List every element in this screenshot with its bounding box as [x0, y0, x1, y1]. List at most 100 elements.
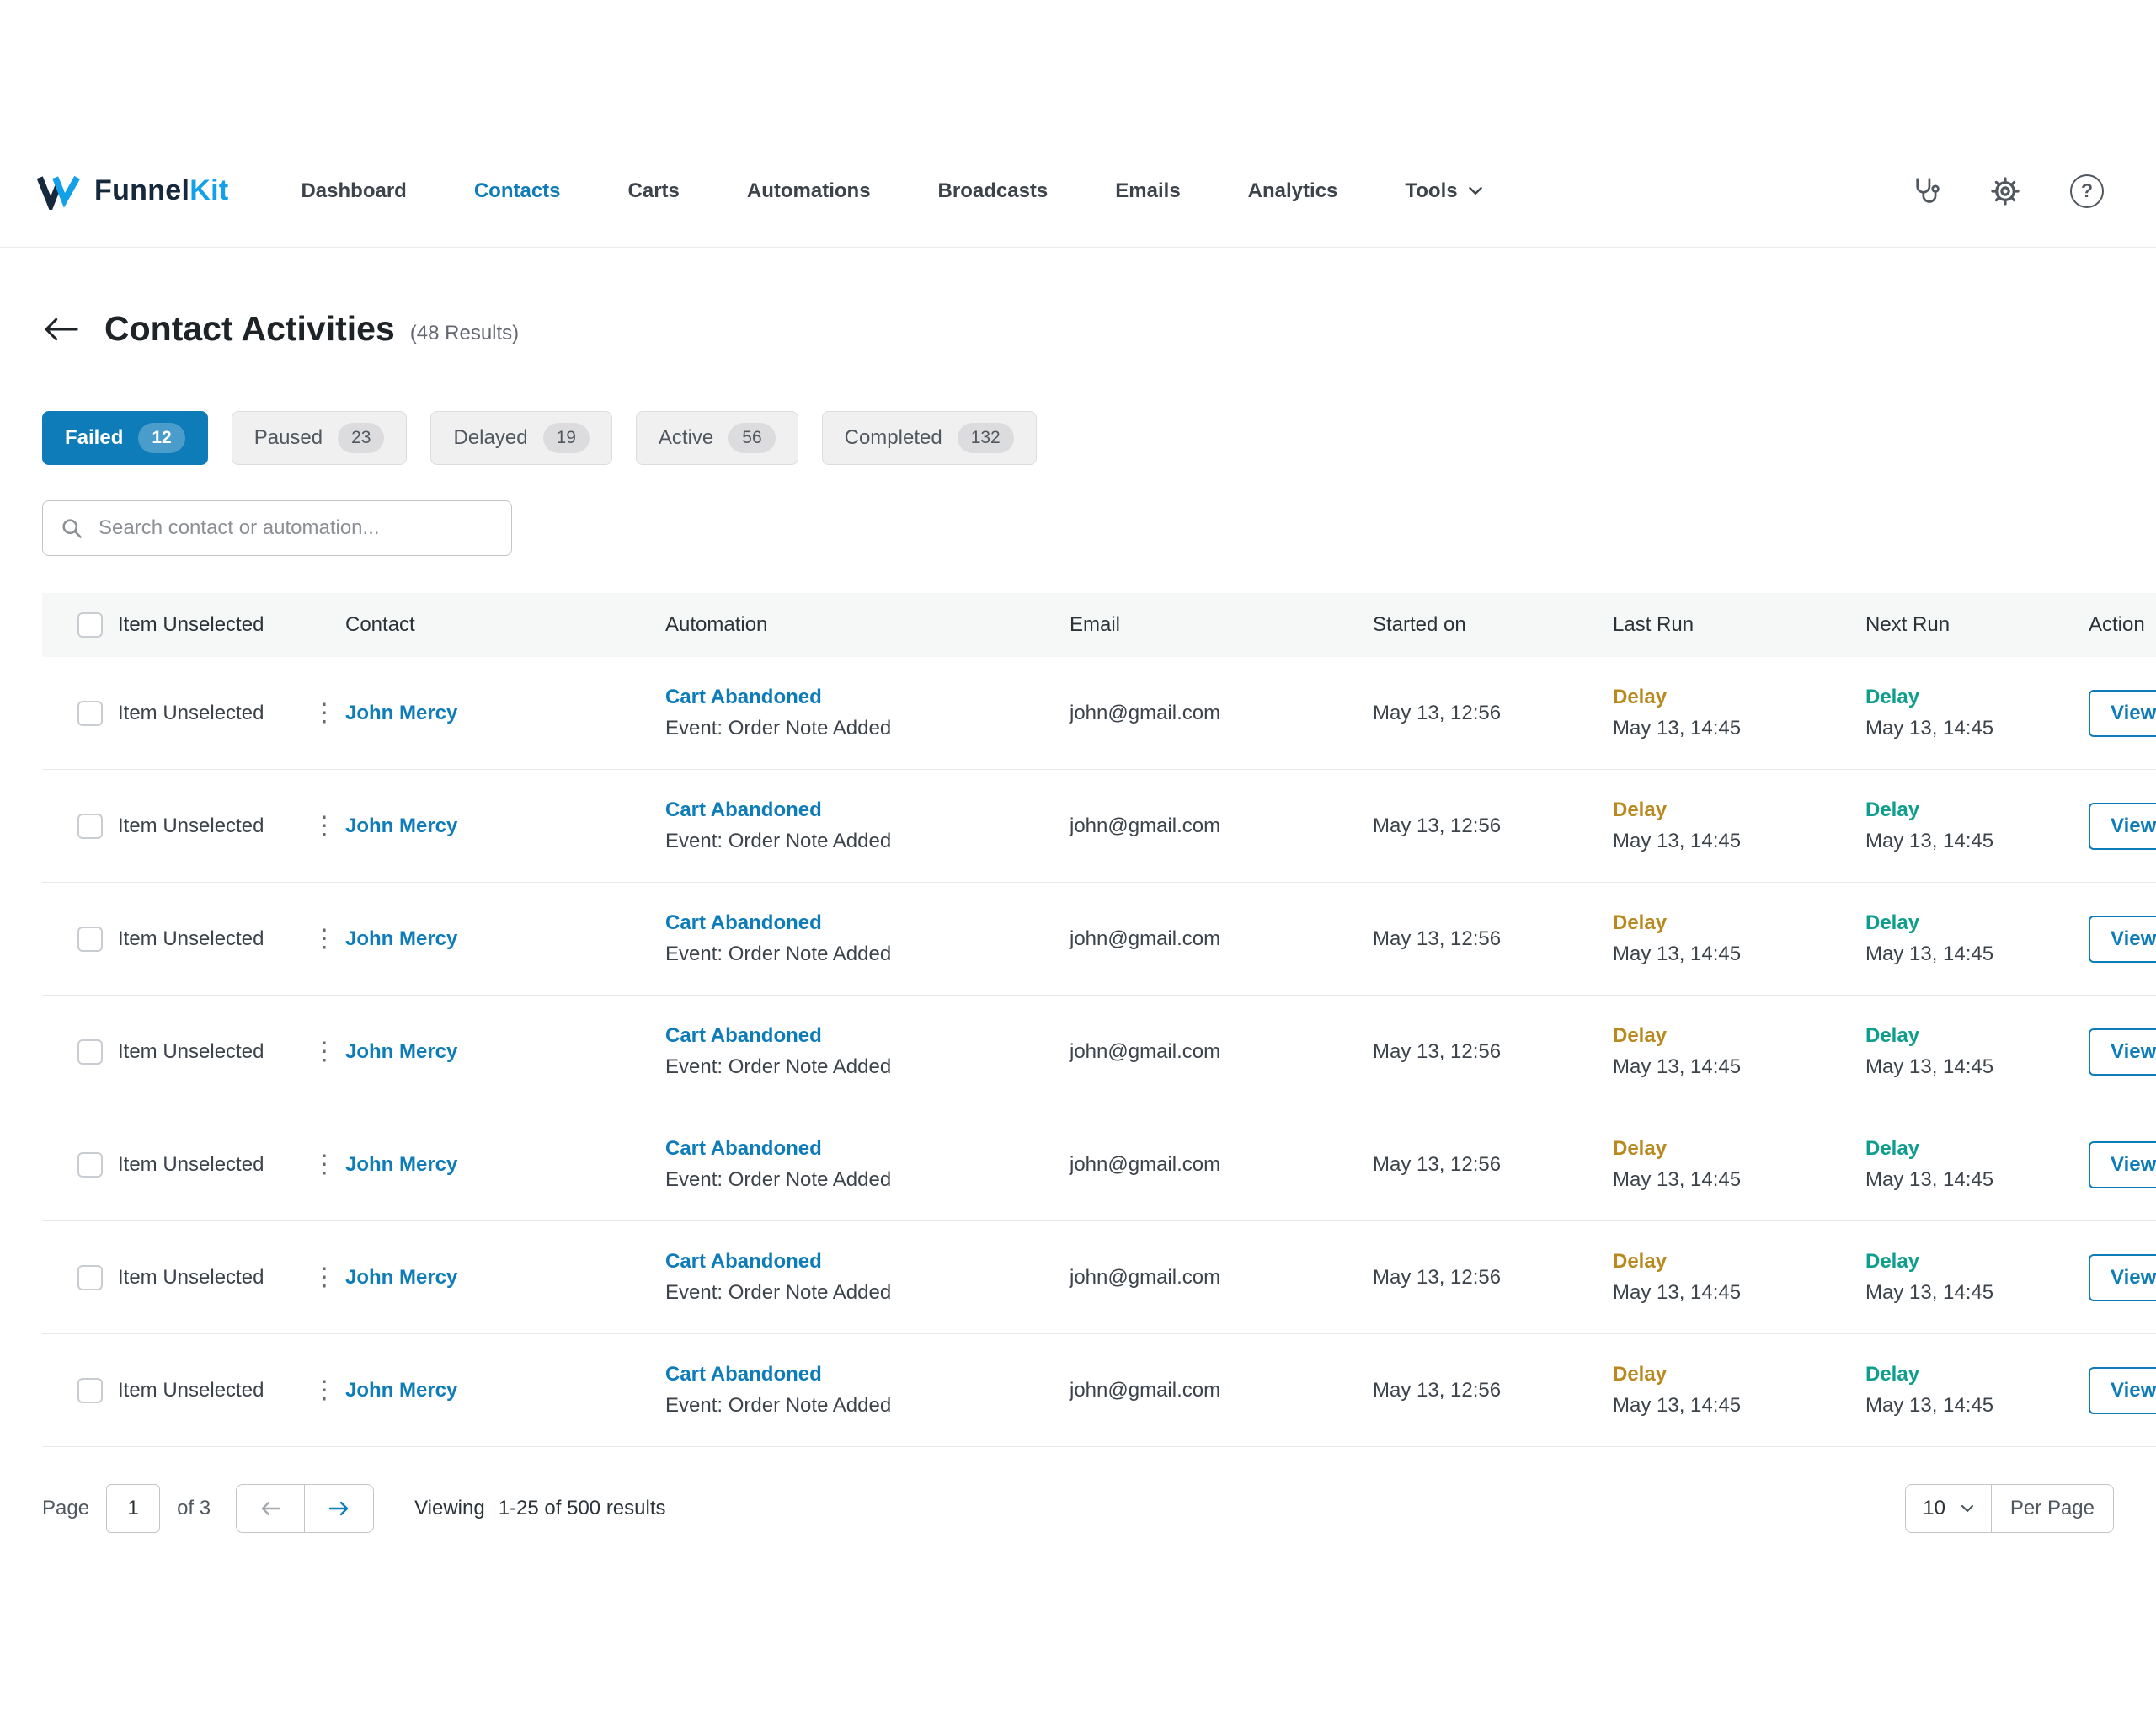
- activity-row: Item Unselected ⋮ John Mercy Cart Abando…: [42, 996, 2156, 1108]
- row-select-label: Item Unselected: [118, 927, 264, 951]
- filter-paused[interactable]: Paused 23: [232, 411, 408, 465]
- automation-name-link[interactable]: Cart Abandoned: [665, 686, 822, 708]
- row-menu-icon[interactable]: ⋮: [312, 814, 327, 839]
- row-menu-icon[interactable]: ⋮: [312, 927, 327, 952]
- previous-page-button[interactable]: [236, 1484, 305, 1533]
- row-select-label: Item Unselected: [118, 814, 264, 838]
- row-checkbox[interactable]: [77, 701, 103, 726]
- automation-event: Event: Order Note Added: [665, 717, 1052, 740]
- automation-name-link[interactable]: Cart Abandoned: [665, 1363, 822, 1386]
- nav-item-contacts[interactable]: Contacts: [474, 179, 561, 203]
- last-run-time: May 13, 14:45: [1613, 1281, 1848, 1305]
- row-menu-icon[interactable]: ⋮: [312, 1152, 327, 1178]
- help-button[interactable]: ?: [2070, 174, 2104, 208]
- nav-item-analytics[interactable]: Analytics: [1248, 179, 1338, 203]
- last-run-status: Delay: [1613, 686, 1848, 709]
- search-icon: [60, 516, 83, 540]
- viewing-range: 1-25 of 500 results: [499, 1497, 666, 1520]
- view-button[interactable]: View: [2089, 803, 2156, 850]
- automation-name-link[interactable]: Cart Abandoned: [665, 798, 822, 821]
- row-checkbox[interactable]: [77, 1378, 103, 1403]
- per-page-value: 10: [1923, 1497, 1945, 1520]
- activity-row: Item Unselected ⋮ John Mercy Cart Abando…: [42, 1334, 2156, 1447]
- activity-rows: Item Unselected ⋮ John Mercy Cart Abando…: [42, 657, 2156, 1447]
- nav-item-broadcasts[interactable]: Broadcasts: [938, 179, 1049, 203]
- viewing-summary: Viewing 1-25 of 500 results: [414, 1497, 665, 1520]
- row-checkbox[interactable]: [77, 1039, 103, 1065]
- column-header-email: Email: [1053, 593, 1356, 657]
- view-button[interactable]: View: [2089, 1028, 2156, 1076]
- contact-name-link[interactable]: John Mercy: [345, 1040, 457, 1064]
- next-run-time: May 13, 14:45: [1865, 830, 2071, 853]
- row-checkbox[interactable]: [77, 927, 103, 952]
- view-button[interactable]: View: [2089, 1141, 2156, 1188]
- select-all-checkbox[interactable]: [77, 612, 103, 638]
- row-menu-icon[interactable]: ⋮: [312, 1039, 327, 1065]
- next-run-time: May 13, 14:45: [1865, 717, 2071, 740]
- contact-email: john@gmail.com: [1053, 996, 1356, 1108]
- activity-row: Item Unselected ⋮ John Mercy Cart Abando…: [42, 1108, 2156, 1221]
- view-button[interactable]: View: [2089, 1367, 2156, 1414]
- page-number-input[interactable]: [106, 1484, 160, 1533]
- automation-name-link[interactable]: Cart Abandoned: [665, 911, 822, 934]
- activity-row: Item Unselected ⋮ John Mercy Cart Abando…: [42, 883, 2156, 996]
- row-menu-icon[interactable]: ⋮: [312, 1378, 327, 1403]
- view-button[interactable]: View: [2089, 1254, 2156, 1301]
- table-header-row: Item Unselected Contact Automation Email…: [42, 593, 2156, 657]
- last-run-time: May 13, 14:45: [1613, 1168, 1848, 1192]
- automation-name-link[interactable]: Cart Abandoned: [665, 1250, 822, 1273]
- last-run-time: May 13, 14:45: [1613, 830, 1848, 853]
- row-checkbox[interactable]: [77, 1265, 103, 1290]
- filter-delayed-count: 19: [543, 423, 590, 453]
- contact-name-link[interactable]: John Mercy: [345, 1266, 457, 1290]
- search-input[interactable]: [97, 515, 494, 541]
- funnelkit-logo[interactable]: FunnelKit: [37, 173, 228, 210]
- diagnostics-button[interactable]: [1908, 175, 1940, 207]
- settings-button[interactable]: [1989, 175, 2021, 207]
- started-on: May 13, 12:56: [1356, 883, 1596, 996]
- page-title: Contact Activities: [104, 309, 395, 349]
- row-select-label: Item Unselected: [118, 1153, 264, 1177]
- automation-name-link[interactable]: Cart Abandoned: [665, 1024, 822, 1047]
- contact-name-link[interactable]: John Mercy: [345, 1379, 457, 1402]
- row-checkbox[interactable]: [77, 1152, 103, 1178]
- per-page-select[interactable]: 10: [1906, 1485, 1992, 1532]
- next-run-time: May 13, 14:45: [1865, 1394, 2071, 1418]
- filter-completed[interactable]: Completed 132: [822, 411, 1037, 465]
- nav-item-carts[interactable]: Carts: [628, 179, 680, 203]
- stethoscope-icon: [1908, 175, 1940, 207]
- nav-item-tools-label: Tools: [1405, 179, 1457, 203]
- started-on: May 13, 12:56: [1356, 1108, 1596, 1221]
- chevron-down-icon: [1961, 1504, 1974, 1513]
- started-on: May 13, 12:56: [1356, 770, 1596, 883]
- filter-delayed[interactable]: Delayed 19: [430, 411, 611, 465]
- select-all-label: Item Unselected: [118, 613, 264, 637]
- nav-item-tools[interactable]: Tools: [1405, 179, 1482, 203]
- view-button[interactable]: View: [2089, 916, 2156, 963]
- nav-item-emails[interactable]: Emails: [1115, 179, 1180, 203]
- activities-table-wrapper: Item Unselected Contact Automation Email…: [0, 593, 2156, 1448]
- column-header-started-on: Started on: [1356, 593, 1596, 657]
- nav-item-dashboard[interactable]: Dashboard: [301, 179, 406, 203]
- contact-name-link[interactable]: John Mercy: [345, 814, 457, 838]
- contact-name-link[interactable]: John Mercy: [345, 927, 457, 951]
- automation-name-link[interactable]: Cart Abandoned: [665, 1137, 822, 1160]
- next-page-button[interactable]: [305, 1484, 374, 1533]
- next-run-time: May 13, 14:45: [1865, 1281, 2071, 1305]
- nav-item-automations[interactable]: Automations: [747, 179, 871, 203]
- row-menu-icon[interactable]: ⋮: [312, 1265, 327, 1290]
- back-button[interactable]: [42, 315, 79, 344]
- contact-name-link[interactable]: John Mercy: [345, 1153, 457, 1177]
- filter-active[interactable]: Active 56: [636, 411, 798, 465]
- gear-icon: [1989, 175, 2021, 207]
- view-button[interactable]: View: [2089, 690, 2156, 737]
- automation-event: Event: Order Note Added: [665, 1394, 1052, 1418]
- per-page-label: Per Page: [1992, 1485, 2113, 1532]
- contact-name-link[interactable]: John Mercy: [345, 702, 457, 725]
- row-checkbox[interactable]: [77, 814, 103, 839]
- page-label: Page: [42, 1497, 89, 1520]
- row-menu-icon[interactable]: ⋮: [312, 701, 327, 726]
- arrow-left-icon: [258, 1498, 283, 1519]
- filter-active-count: 56: [728, 423, 775, 453]
- filter-failed[interactable]: Failed 12: [42, 411, 208, 465]
